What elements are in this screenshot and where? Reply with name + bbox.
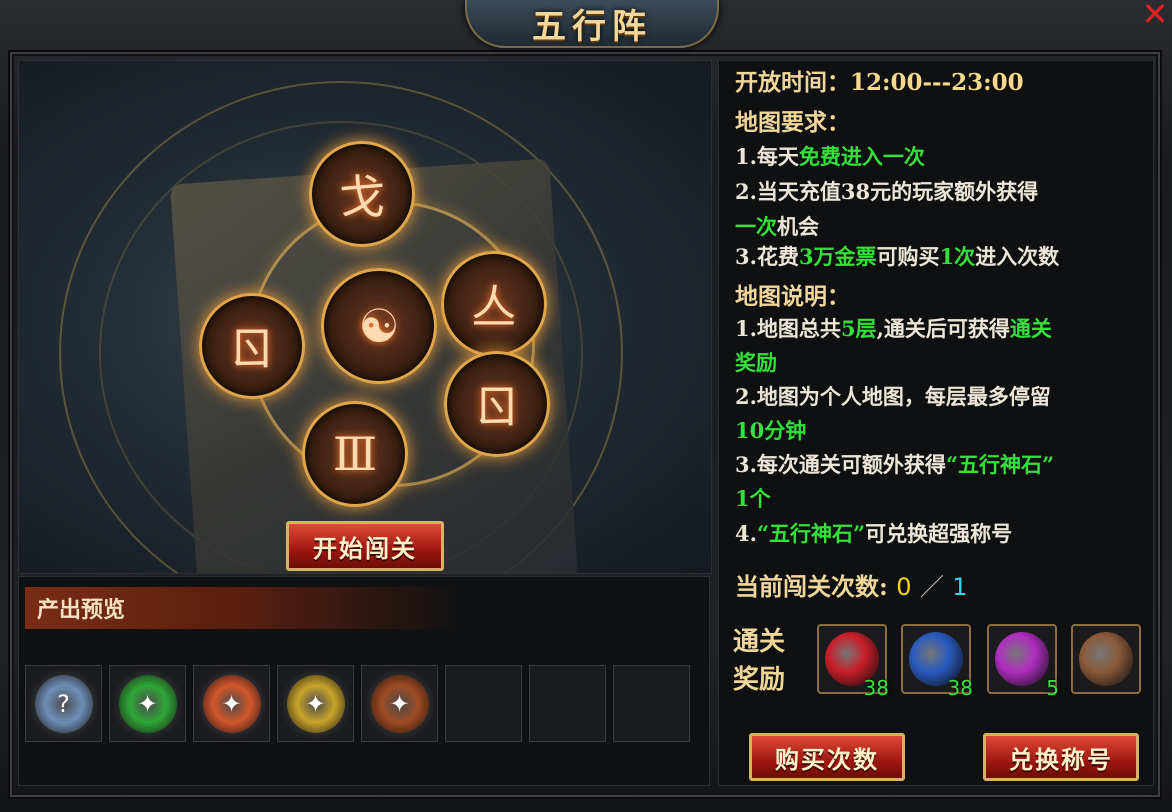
description-2-cont: 10分钟 (735, 418, 807, 443)
text: 进入次数 (975, 244, 1060, 269)
requirement-2: 2.当天充值38元的玩家额外获得 (735, 179, 1039, 204)
text: 1.每天 (735, 144, 799, 169)
window-title: 五行阵 (532, 6, 652, 47)
counter-separator: ／ (919, 573, 944, 601)
highlight: “五行神石” (945, 452, 1055, 477)
reward-count: 5 (1046, 676, 1059, 700)
map-description-title: 地图说明： (735, 283, 850, 310)
text: ,通关后可获得 (876, 316, 1010, 341)
preview-slots: ? ✦ ✦ ✦ ✦ (25, 665, 690, 742)
rune-glyph: 戈 (339, 170, 385, 224)
preview-slot[interactable]: ✦ (193, 665, 270, 742)
requirement-3: 3.花费3万金票可购买1次进入次数 (735, 241, 1059, 271)
highlight: 一次 (735, 214, 777, 239)
purple-orb-icon (995, 632, 1049, 686)
highlight: 免费进入一次 (798, 144, 925, 169)
reward-item[interactable] (1071, 624, 1141, 694)
reward-count: 38 (947, 676, 973, 700)
counter-total: 1 (952, 573, 968, 601)
rune-fire: ㄖ (444, 351, 550, 457)
reward-item[interactable]: 38 (817, 624, 889, 700)
rune-glyph: 亼 (471, 280, 517, 334)
gold-gem-icon: ✦ (286, 674, 345, 733)
open-time-line: 开放时间：12:00---23:00 (735, 63, 1024, 97)
empty-slot (613, 665, 690, 742)
rune-glyph: ㄖ (229, 322, 275, 376)
rune-water: ㄖ (199, 293, 305, 399)
reward-item[interactable]: 38 (901, 624, 973, 700)
open-time-value: 12:00---23:00 (850, 69, 1024, 96)
center-glyph: ☯ (358, 299, 400, 353)
blue-gem-icon: ? (34, 674, 93, 733)
rune-wood: 亼 (441, 251, 547, 357)
text: 机会 (777, 214, 819, 239)
open-time-label: 开放时间： (735, 69, 850, 96)
buy-attempts-button[interactable]: 购买次数 (749, 733, 905, 781)
description-2: 2.地图为个人地图，每层最多停留 (735, 384, 1051, 409)
highlight: 通关 (1009, 316, 1052, 341)
eye-orb-icon (1079, 632, 1133, 686)
info-panel: 开放时间：12:00---23:00 地图要求： 1.每天免费进入一次 2.当天… (718, 60, 1154, 786)
bronze-gem-icon: ✦ (370, 674, 429, 733)
rune-center: ☯ (321, 268, 437, 384)
rewards-label: 通关奖励 (733, 627, 786, 695)
green-gem-icon: ✦ (118, 674, 177, 733)
preview-slot[interactable]: ✦ (277, 665, 354, 742)
exchange-title-button[interactable]: 兑换称号 (983, 733, 1139, 781)
counter-used: 0 (896, 573, 912, 601)
rune-metal: 戈 (309, 141, 415, 247)
reward-count: 38 (863, 676, 889, 700)
start-challenge-button[interactable]: 开始闯关 (286, 521, 444, 571)
text: 1.地图总共 (735, 316, 841, 341)
description-4: 4.“五行神石”可兑换超强称号 (735, 518, 1012, 548)
highlight: 1次 (939, 244, 976, 269)
orange-gem-icon: ✦ (202, 674, 261, 733)
counter-label: 当前闯关次数: (735, 572, 888, 601)
text: 可购买 (876, 244, 940, 269)
rune-earth: Ⅲ (302, 401, 408, 507)
preview-header: 产出预览 (25, 587, 457, 629)
text: 4. (735, 521, 757, 546)
highlight: “五行神石” (756, 521, 866, 546)
highlight: 3万金票 (798, 244, 877, 269)
text: 3.花费 (735, 244, 799, 269)
rune-glyph: Ⅲ (332, 427, 378, 481)
preview-slot[interactable]: ✦ (109, 665, 186, 742)
empty-slot (445, 665, 522, 742)
description-3-cont: 1个 (735, 486, 771, 511)
text: 可兑换超强称号 (865, 521, 1013, 546)
close-icon[interactable]: ✕ (1140, 0, 1170, 30)
preview-slot[interactable]: ? (25, 665, 102, 742)
map-requirements-title: 地图要求： (735, 109, 850, 136)
highlight: 5层 (840, 316, 877, 341)
requirement-1: 1.每天免费进入一次 (735, 141, 925, 171)
preview-slot[interactable]: ✦ (361, 665, 438, 742)
stage-scene: 戈 亼 ㄖ ㄖ Ⅲ ☯ (18, 60, 712, 574)
reward-item[interactable]: 5 (987, 624, 1059, 700)
requirement-2-cont: 一次机会 (735, 211, 819, 241)
rune-glyph: ㄖ (474, 380, 520, 434)
description-1-cont: 奖励 (735, 350, 777, 375)
output-preview-panel: 产出预览 ? ✦ ✦ ✦ ✦ (18, 576, 710, 786)
empty-slot (529, 665, 606, 742)
description-3: 3.每次通关可额外获得“五行神石” (735, 449, 1054, 479)
text: 3.每次通关可额外获得 (735, 452, 946, 477)
attempt-counter: 当前闯关次数: 0 ／ 1 (735, 567, 968, 602)
description-1: 1.地图总共5层,通关后可获得通关 (735, 313, 1052, 343)
title-plate: 五行阵 (465, 0, 719, 48)
